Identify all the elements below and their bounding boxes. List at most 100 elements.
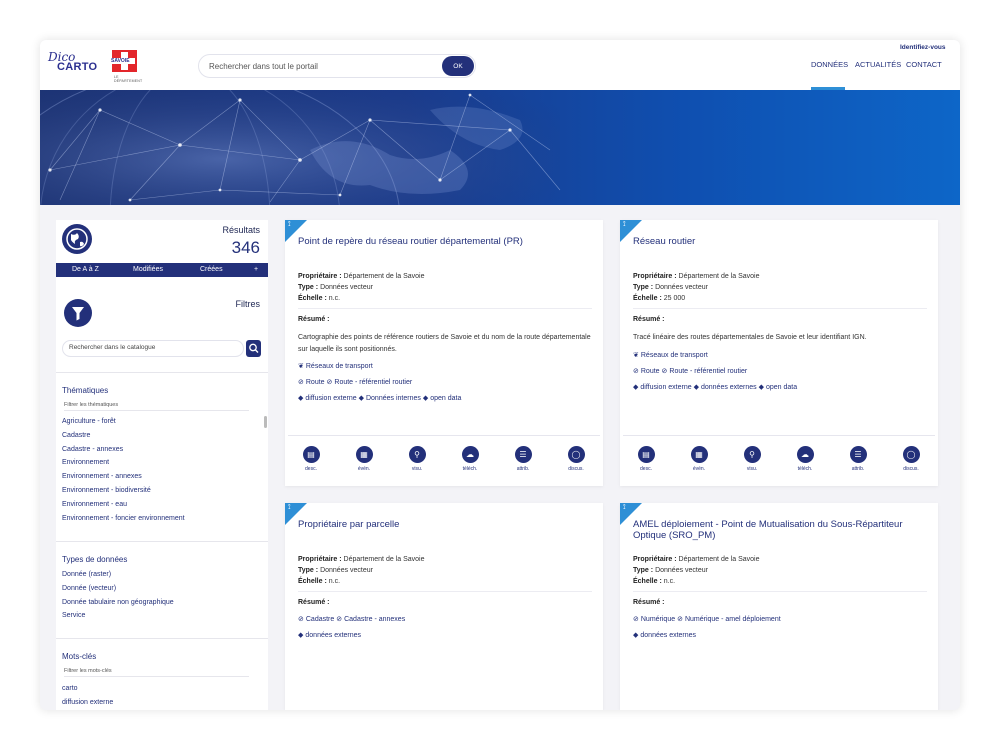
- tag[interactable]: Réseaux de transport: [641, 352, 708, 359]
- leaf-icon: ❦: [633, 352, 639, 359]
- tag[interactable]: Cadastre - annexes: [344, 616, 405, 623]
- scale-value: n.c.: [663, 578, 676, 585]
- portal-search-input[interactable]: [209, 60, 439, 73]
- nav-actualites[interactable]: ACTUALITÉS: [855, 60, 901, 69]
- dataset-title[interactable]: Propriétaire par parcelle: [298, 519, 598, 530]
- dataset-card[interactable]: ⟟ AMEL déploiement - Point de Mutualisat…: [620, 503, 938, 710]
- sidebar: Résultats 346 De A à Z Modifiées Créées …: [56, 220, 268, 710]
- category-tags: ⊘ Route ⊘ Route - référentiel routier: [298, 378, 412, 386]
- view-button[interactable]: ⚲ visu.: [402, 446, 432, 472]
- network-globe-graphic: [40, 90, 561, 205]
- tag[interactable]: données externes: [640, 632, 696, 639]
- type-item[interactable]: Service: [62, 609, 174, 623]
- download-button[interactable]: ☁ téléch.: [790, 446, 820, 472]
- tag[interactable]: open data: [766, 384, 797, 391]
- tag[interactable]: Numérique: [641, 616, 675, 623]
- view-button[interactable]: ⚲ visu.: [737, 446, 767, 472]
- action-label: attrib.: [516, 466, 530, 472]
- thematiques-scrollbar[interactable]: [264, 416, 267, 428]
- compass-icon: ⟟: [288, 221, 291, 228]
- tag[interactable]: Route - référentiel routier: [334, 379, 412, 386]
- tag[interactable]: Route: [306, 379, 325, 386]
- dataset-meta: Propriétaire : Département de la Savoie …: [633, 271, 759, 304]
- results-count: 346: [231, 238, 260, 257]
- type-item[interactable]: Donnée tabulaire non géographique: [62, 596, 174, 610]
- catalog-search-input[interactable]: [69, 344, 229, 351]
- hero-banner: [40, 90, 960, 205]
- tag[interactable]: open data: [430, 395, 461, 402]
- tag[interactable]: Numérique - amel déploiement: [685, 616, 781, 623]
- keywords-filter[interactable]: Filtrer les mots-clés: [64, 668, 249, 677]
- search-ok-button[interactable]: OK: [442, 56, 474, 76]
- desc-button[interactable]: ▤ desc.: [631, 446, 661, 472]
- tag[interactable]: données externes: [305, 632, 361, 639]
- tag-icon: ◆: [693, 384, 699, 391]
- keyword-item[interactable]: carto: [62, 682, 113, 696]
- events-button[interactable]: ▦ évén.: [684, 446, 714, 472]
- dicocarto-logo[interactable]: Dico CARTO SAVOIE LE DÉPARTEMENT: [48, 50, 148, 83]
- keyword-item[interactable]: diffusion externe: [62, 696, 113, 710]
- tag-icon: ◆: [298, 395, 304, 402]
- thematique-item[interactable]: Environnement: [62, 456, 185, 470]
- nav-contact[interactable]: CONTACT: [906, 60, 942, 69]
- results-label: Résultats: [222, 225, 260, 235]
- owner-label: Propriétaire :: [298, 273, 342, 280]
- thematiques-filter[interactable]: Filtrer les thématiques: [64, 402, 249, 411]
- tag[interactable]: Route - référentiel routier: [669, 368, 747, 375]
- thematique-item[interactable]: Cadastre: [62, 429, 185, 443]
- download-button[interactable]: ☁ téléch.: [455, 446, 485, 472]
- thematique-item[interactable]: Environnement - eau: [62, 498, 185, 512]
- thematique-item[interactable]: Environnement - biodiversité: [62, 484, 185, 498]
- tag[interactable]: diffusion externe: [640, 384, 691, 391]
- dataset-title[interactable]: Réseau routier: [633, 236, 933, 247]
- type-label: Type :: [298, 567, 319, 574]
- thematique-item[interactable]: Environnement - annexes: [62, 470, 185, 484]
- discuss-button[interactable]: ◯ discus.: [561, 446, 591, 472]
- dataset-title[interactable]: AMEL déploiement - Point de Mutualisatio…: [633, 519, 923, 541]
- catalog-search-button[interactable]: [246, 340, 261, 357]
- divider: [56, 372, 268, 373]
- type-value: Données vecteur: [655, 567, 708, 574]
- sort-a-z[interactable]: De A à Z: [72, 263, 99, 277]
- sort-created[interactable]: Créées: [200, 263, 223, 277]
- attributes-button[interactable]: ☰ attrib.: [843, 446, 873, 472]
- thematique-item[interactable]: Cadastre - annexes: [62, 443, 185, 457]
- action-label: visu.: [746, 466, 758, 472]
- header: Dico CARTO SAVOIE LE DÉPARTEMENT OK Iden…: [40, 40, 960, 90]
- thematique-item[interactable]: Agriculture - forêt: [62, 415, 185, 429]
- paperclip-icon: ⊘: [661, 368, 668, 375]
- tag[interactable]: données externes: [701, 384, 757, 391]
- type-item[interactable]: Donnée (vecteur): [62, 582, 174, 596]
- tag[interactable]: Route: [641, 368, 660, 375]
- tag[interactable]: Réseaux de transport: [306, 363, 373, 370]
- login-link[interactable]: Identifiez-vous: [900, 44, 946, 51]
- summary-label: Résumé :: [633, 599, 665, 606]
- tag[interactable]: Cadastre: [306, 616, 334, 623]
- action-label: évén.: [357, 466, 371, 472]
- type-value: Données vecteur: [320, 567, 373, 574]
- sort-modified[interactable]: Modifiées: [133, 263, 163, 277]
- dataset-meta: Propriétaire : Département de la Savoie …: [298, 271, 424, 304]
- thematique-item[interactable]: Environnement - foncier environnement: [62, 512, 185, 526]
- dataset-card[interactable]: ⟟ Réseau routier Propriétaire : Départem…: [620, 220, 938, 486]
- owner-value: Département de la Savoie: [678, 273, 760, 280]
- discuss-button[interactable]: ◯ discus.: [896, 446, 926, 472]
- sort-more[interactable]: +: [254, 263, 258, 277]
- search-icon: [249, 343, 259, 353]
- thematiques-list: Agriculture - forêt Cadastre Cadastre - …: [62, 415, 185, 525]
- tag[interactable]: Données internes: [366, 395, 421, 402]
- portal-search: OK: [198, 54, 476, 78]
- action-label: desc.: [305, 466, 317, 472]
- dataset-card[interactable]: ⟟ Propriétaire par parcelle Propriétaire…: [285, 503, 603, 710]
- attributes-button[interactable]: ☰ attrib.: [508, 446, 538, 472]
- logo-savoie: SAVOIE: [110, 58, 131, 64]
- dataset-title[interactable]: Point de repère du réseau routier départ…: [298, 236, 598, 247]
- dataset-card[interactable]: ⟟ Point de repère du réseau routier dépa…: [285, 220, 603, 486]
- tag[interactable]: diffusion externe: [305, 395, 356, 402]
- type-item[interactable]: Donnée (raster): [62, 568, 174, 582]
- divider: [633, 308, 927, 309]
- list-icon: ☰: [849, 446, 867, 463]
- nav-donnees[interactable]: DONNÉES: [811, 60, 848, 69]
- desc-button[interactable]: ▤ desc.: [296, 446, 326, 472]
- events-button[interactable]: ▦ évén.: [349, 446, 379, 472]
